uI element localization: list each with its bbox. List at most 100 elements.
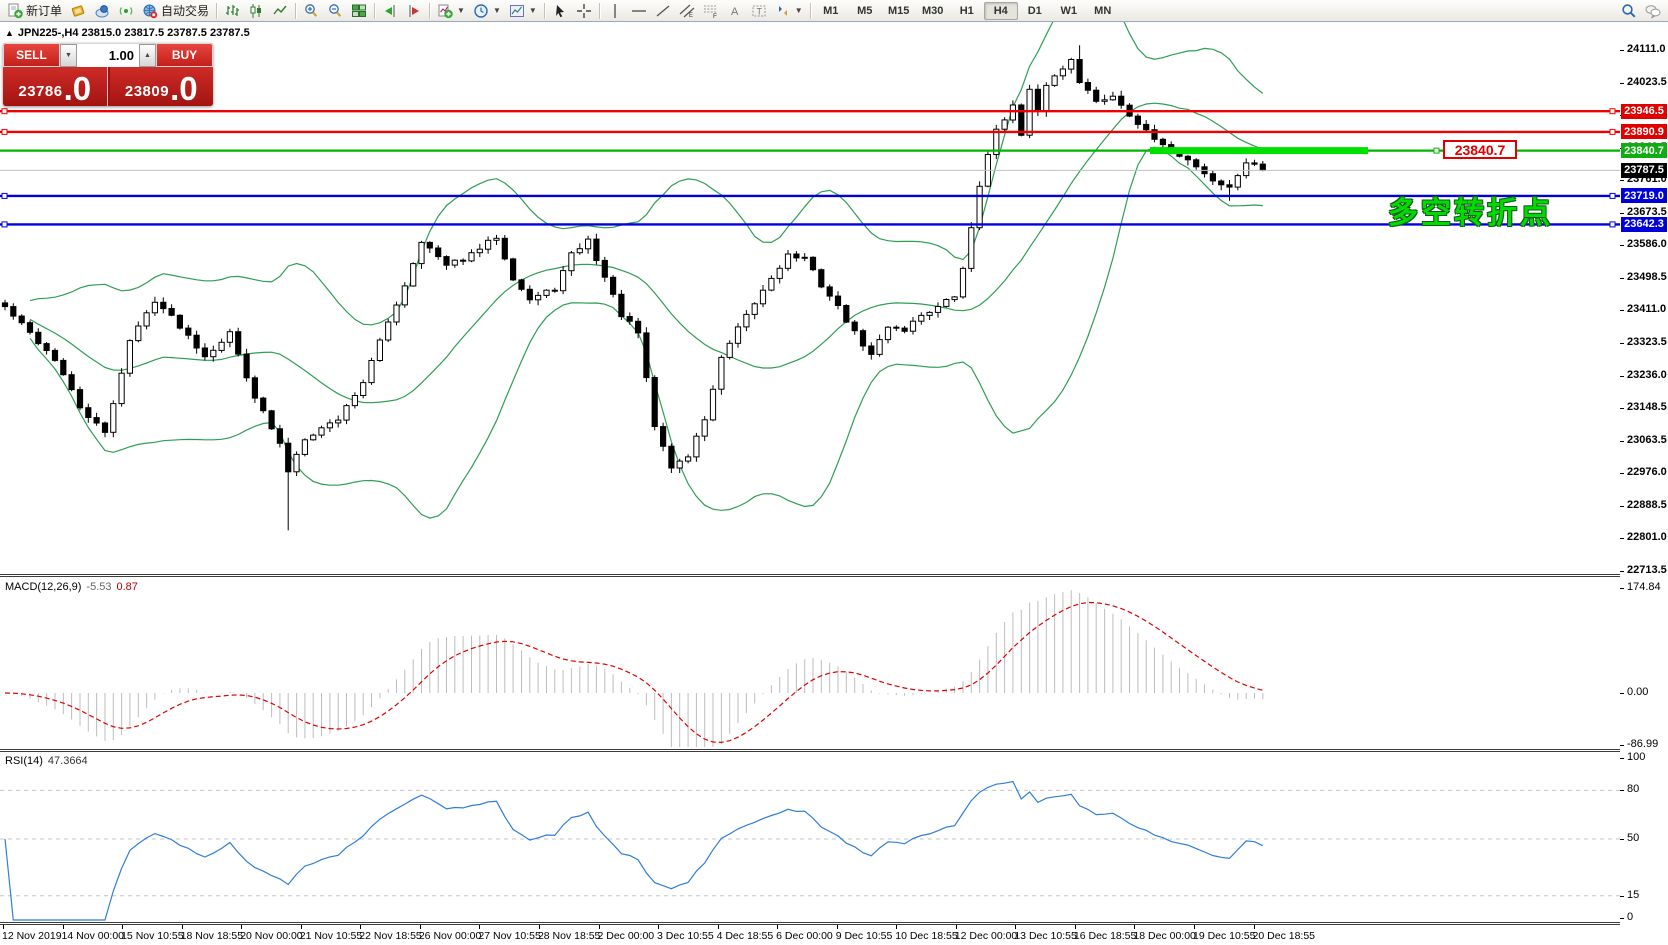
macd-pane-canvas[interactable] (0, 578, 1620, 749)
line-handle[interactable] (2, 129, 7, 134)
main-chart-canvas[interactable] (0, 22, 1620, 574)
volume-value[interactable]: 1.00 (77, 44, 139, 67)
dropdown-caret: ▼ (457, 6, 465, 15)
time-axis-label: 10 Dec 18:55 (895, 930, 957, 942)
price-tag-23719.0: 23719.0 (1621, 188, 1667, 203)
dropdown-caret: ▼ (795, 6, 803, 15)
price-axis-tick (1620, 50, 1624, 51)
line-chart-button[interactable] (268, 1, 292, 21)
price-axis-tick-label: 23148.5 (1627, 401, 1667, 413)
line-handle[interactable] (2, 109, 7, 114)
line-handle[interactable] (1610, 129, 1615, 134)
time-axis[interactable]: 12 Nov 201914 Nov 00:0015 Nov 10:5518 No… (0, 925, 1668, 945)
time-axis-label: 14 Nov 00:00 (62, 930, 124, 942)
fibonacci-button[interactable]: F (699, 1, 723, 21)
time-axis-tick (420, 925, 421, 929)
rsi-axis-tick (1620, 758, 1624, 759)
time-axis-label: 16 Dec 18:55 (1074, 930, 1136, 942)
price-axis-tick (1620, 310, 1624, 311)
price-axis-tick (1620, 538, 1624, 539)
chart-shift-icon (406, 3, 422, 19)
auto-scroll-button[interactable] (378, 1, 402, 21)
time-axis-tick (777, 925, 778, 929)
vertical-line-button[interactable] (603, 1, 627, 21)
price-tag-23946.5: 23946.5 (1621, 104, 1667, 119)
timeframe-button-h4[interactable]: H4 (984, 2, 1018, 20)
text-label-icon: T (751, 3, 767, 19)
market-watch-button[interactable] (66, 1, 90, 21)
pane-separator[interactable] (0, 749, 1668, 752)
main-toolbar: 新订单 自动交易 (0, 0, 1668, 22)
timeframe-button-m15[interactable]: M15 (882, 2, 916, 20)
highlight-segment[interactable] (1150, 147, 1368, 154)
time-axis-tick (360, 925, 361, 929)
time-axis-tick (241, 925, 242, 929)
data-window-button[interactable] (90, 1, 114, 21)
pane-separator[interactable] (0, 574, 1668, 577)
trendline-icon (655, 3, 671, 19)
buy-button[interactable]: BUY (156, 43, 213, 67)
svg-text:A: A (731, 6, 739, 18)
chat-icon[interactable] (1645, 3, 1661, 19)
autotrade-button[interactable]: 自动交易 (138, 1, 213, 21)
channel-button[interactable]: E (675, 1, 699, 21)
sell-price[interactable]: 23786 .0 (3, 67, 108, 106)
volume-increase-button[interactable]: ▲ (139, 44, 156, 67)
panel-collapse-icon[interactable]: ▲ (5, 28, 14, 38)
signals-button[interactable] (114, 1, 138, 21)
dropdown-caret: ▼ (493, 6, 501, 15)
line-handle[interactable] (1610, 193, 1615, 198)
price-axis-tick (1620, 213, 1624, 214)
bar-chart-button[interactable] (220, 1, 244, 21)
line-handle[interactable] (2, 222, 7, 227)
candlestick-chart-button[interactable] (244, 1, 268, 21)
candle-wicks (5, 45, 1263, 530)
new-order-label: 新订单 (26, 2, 62, 19)
time-axis-tick (837, 925, 838, 929)
time-axis-label: 20 Nov 00:00 (240, 930, 302, 942)
zoom-in-button[interactable] (299, 1, 323, 21)
templates-button[interactable]: ▼ (505, 1, 541, 21)
arrows-button[interactable]: ▼ (771, 1, 807, 21)
sell-button[interactable]: SELL (3, 43, 60, 67)
zoom-out-button[interactable] (323, 1, 347, 21)
price-tag-annotation[interactable]: 23840.7 (1443, 140, 1517, 159)
price-axis[interactable]: 24111.024023.523936.023848.523761.023673… (1620, 22, 1668, 925)
time-axis-label: 20 Dec 18:55 (1253, 930, 1315, 942)
signals-icon (118, 3, 134, 19)
new-order-icon (7, 3, 23, 19)
price-axis-tick (1620, 473, 1624, 474)
trendline-button[interactable] (651, 1, 675, 21)
timeframe-toolbar: M1M5M15M30H1H4D1W1MN (814, 2, 1120, 20)
indicators-button[interactable]: ▼ (433, 1, 469, 21)
timeframe-button-m30[interactable]: M30 (916, 2, 950, 20)
timeframe-button-mn[interactable]: MN (1086, 2, 1120, 20)
new-order-button[interactable]: 新订单 (3, 1, 66, 21)
chart-shift-button[interactable] (402, 1, 426, 21)
text-label-button[interactable]: T (747, 1, 771, 21)
line-handle[interactable] (1610, 222, 1615, 227)
sell-price-int: 23786 (18, 83, 62, 100)
rsi-pane-canvas[interactable] (0, 752, 1620, 922)
line-handle[interactable] (1610, 109, 1615, 114)
dropdown-caret: ▼ (529, 6, 537, 15)
timeframe-button-m1[interactable]: M1 (814, 2, 848, 20)
volume-decrease-button[interactable]: ▼ (60, 44, 77, 67)
timeframe-button-w1[interactable]: W1 (1052, 2, 1086, 20)
periods-button[interactable]: ▼ (469, 1, 505, 21)
tile-windows-button[interactable] (347, 1, 371, 21)
cursor-button[interactable] (548, 1, 572, 21)
timeframe-button-d1[interactable]: D1 (1018, 2, 1052, 20)
crosshair-button[interactable] (572, 1, 596, 21)
timeframe-button-m5[interactable]: M5 (848, 2, 882, 20)
horizontal-line-button[interactable] (627, 1, 651, 21)
timeframe-button-h1[interactable]: H1 (950, 2, 984, 20)
price-axis-tick-label: 23411.0 (1627, 303, 1666, 315)
line-handle[interactable] (1434, 148, 1439, 153)
text-button[interactable]: A (723, 1, 747, 21)
buy-price[interactable]: 23809 .0 (110, 67, 214, 106)
macd-axis-tick (1620, 588, 1624, 589)
line-handle[interactable] (2, 193, 7, 198)
turning-point-annotation[interactable]: 多空转折点 (1388, 188, 1553, 232)
search-icon[interactable] (1621, 3, 1637, 19)
